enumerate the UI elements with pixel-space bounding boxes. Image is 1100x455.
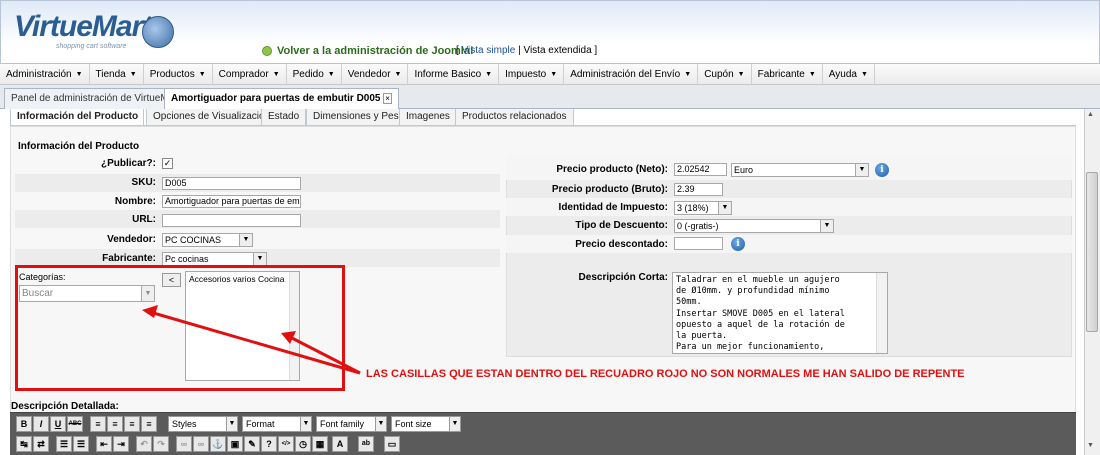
align-center-icon[interactable]: ≡ [107, 416, 123, 432]
find-icon[interactable]: ↹ [16, 436, 32, 452]
short-description-textarea[interactable]: Taladrar en el mueble un agujero de Ø10m… [672, 272, 888, 354]
gross-price-label: Precio producto (Bruto): [551, 184, 668, 195]
anchor-icon[interactable]: ⚓ [210, 436, 226, 452]
align-justify-icon[interactable]: ≡ [141, 416, 157, 432]
replace-icon[interactable]: ⇄ [33, 436, 49, 452]
strikethrough-button[interactable]: ABC [67, 416, 83, 432]
align-left-icon[interactable]: ≡ [90, 416, 106, 432]
chevron-down-icon: ▼ [375, 417, 386, 431]
italic-button[interactable]: I [33, 416, 49, 432]
chevron-down-icon: ▼ [820, 220, 833, 232]
detailed-description-label: Descripción Detallada: [11, 401, 119, 412]
fullscreen-icon[interactable]: ▭ [384, 436, 400, 452]
textarea-scrollbar[interactable] [876, 273, 887, 353]
scroll-thumb[interactable] [1086, 172, 1098, 332]
scroll-up-icon[interactable]: ▲ [1087, 111, 1094, 118]
currency-select[interactable]: Euro ▼ [731, 163, 869, 177]
net-price-input[interactable]: 2.02542 [674, 163, 727, 176]
time-icon[interactable]: ◷ [295, 436, 311, 452]
text-color-icon[interactable]: A [332, 436, 348, 452]
unlink-icon[interactable]: ∞ [193, 436, 209, 452]
image-icon[interactable]: ▣ [227, 436, 243, 452]
discount-type-label: Tipo de Descuento: [575, 220, 668, 231]
bold-button[interactable]: B [16, 416, 32, 432]
info-icon[interactable]: i [731, 237, 745, 251]
discount-type-select[interactable]: 0 (-gratis-) ▼ [674, 219, 834, 233]
gross-price-input[interactable]: 2.39 [674, 183, 723, 196]
align-right-icon[interactable]: ≡ [124, 416, 140, 432]
annotation-text: LAS CASILLAS QUE ESTAN DENTRO DEL RECUAD… [366, 368, 965, 380]
font-family-select[interactable]: Font family ▼ [316, 416, 387, 432]
outdent-icon[interactable]: ⇤ [96, 436, 112, 452]
html-icon[interactable]: </> [278, 436, 294, 452]
info-icon[interactable]: i [875, 163, 889, 177]
scroll-down-icon[interactable]: ▼ [1087, 442, 1094, 449]
tax-select[interactable]: 3 (18%) ▼ [674, 201, 732, 215]
chevron-down-icon: ▼ [226, 417, 237, 431]
highlight-color-icon[interactable]: ab [358, 436, 374, 452]
chevron-down-icon: ▼ [855, 164, 868, 176]
numbered-list-icon[interactable]: ☰ [73, 436, 89, 452]
help-icon[interactable]: ? [261, 436, 277, 452]
indent-icon[interactable]: ⇥ [113, 436, 129, 452]
chevron-down-icon: ▼ [449, 417, 460, 431]
chevron-down-icon: ▼ [300, 417, 311, 431]
redo-icon[interactable]: ↷ [153, 436, 169, 452]
chevron-down-icon: ▼ [718, 202, 731, 214]
bullet-list-icon[interactable]: ☰ [56, 436, 72, 452]
font-size-select[interactable]: Font size ▼ [391, 416, 461, 432]
net-price-label: Precio producto (Neto): [556, 164, 668, 175]
tax-label: Identidad de Impuesto: [558, 202, 668, 213]
format-select[interactable]: Format ▼ [242, 416, 312, 432]
underline-button[interactable]: U [50, 416, 66, 432]
discounted-price-input[interactable] [674, 237, 723, 250]
styles-select[interactable]: Styles ▼ [168, 416, 238, 432]
editor-toolbar: B I U ABC ≡ ≡ ≡ ≡ Styles ▼ Format ▼ Font f… [10, 412, 1076, 455]
cleanup-icon[interactable]: ✎ [244, 436, 260, 452]
undo-icon[interactable]: ↶ [136, 436, 152, 452]
discounted-price-label: Precio descontado: [575, 239, 668, 250]
short-description-label: Descripción Corta: [578, 272, 668, 283]
link-icon[interactable]: ∞ [176, 436, 192, 452]
calendar-icon[interactable]: ▦ [312, 436, 328, 452]
